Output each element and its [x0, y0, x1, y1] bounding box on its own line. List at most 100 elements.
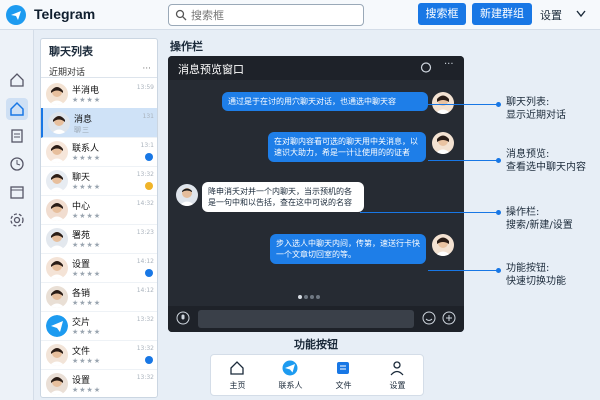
chat-row[interactable]: 设置 ★★★★ 14:12 [41, 253, 157, 283]
avatar [46, 141, 68, 163]
chat-row-name: 联系人 [72, 144, 100, 154]
chat-list-panel: 聊天列表 近期对话 ··· 半消电 ★★★★ 13:59 消息 聊三 131 联系人 ★★★★… [40, 38, 158, 398]
chat-row-preview: ★★★★ [72, 154, 102, 162]
chat-row-preview: ★★★★ [72, 96, 102, 104]
plus-icon[interactable] [442, 311, 456, 325]
search-input[interactable] [191, 7, 359, 23]
avatar [432, 132, 454, 154]
avatar [46, 257, 68, 279]
chat-row-time: 131 [142, 113, 154, 120]
chat-row-preview: ★★★★ [72, 183, 102, 191]
chat-row[interactable]: 半消电 ★★★★ 13:59 [41, 79, 157, 109]
chat-row-name: 设置 [72, 260, 91, 270]
annotation-line [428, 160, 498, 161]
gear-icon[interactable] [9, 212, 25, 228]
chat-row-name: 半消电 [72, 86, 100, 96]
avatar [432, 234, 454, 256]
status-badge [145, 153, 153, 161]
chat-row-time: 13:23 [136, 229, 154, 236]
message-input[interactable] [198, 310, 414, 328]
chat-row[interactable]: 消息 聊三 131 [41, 108, 157, 138]
nav-contacts[interactable]: 联系人 [264, 355, 317, 397]
message-bubble: 步入选人中聊天内间，传第，速送行卡快一个文章切回室的等。 [270, 234, 426, 264]
chat-row-preview: ★★★★ [72, 270, 102, 278]
chat-row-name: 中心 [72, 202, 91, 212]
annotation-chat-list: 聊天列表: 显示近期对话 [506, 97, 566, 121]
app-title: Telegram [34, 6, 96, 22]
chat-row[interactable]: 交片 ★★★★ 13:32 [41, 311, 157, 341]
status-badge [145, 182, 153, 190]
pagination-dots[interactable] [298, 284, 322, 303]
search-button[interactable]: 搜索框 [418, 3, 466, 25]
chat-row-preview: 聊三 [74, 126, 90, 134]
chat-row-time: 13:32 [136, 171, 154, 178]
chat-bubble-icon[interactable] [420, 62, 432, 74]
chat-row-time: 13:32 [136, 374, 154, 381]
settings-menu[interactable]: 设置 [540, 7, 562, 23]
chat-row-preview: ★★★★ [72, 357, 102, 365]
divider [41, 77, 157, 78]
preview-header: 消息预览窗口 ··· [168, 56, 464, 80]
annotation-line [360, 212, 498, 213]
top-bar: Telegram 搜索框 新建群组 设置 [0, 0, 600, 30]
user-icon [390, 361, 404, 376]
annotation-dot [496, 158, 501, 163]
message-bubble: 在对聊内容看可选的聊天用中关消息，以速识大助力，希是一计让使用的的证者 [268, 132, 426, 162]
nav-settings[interactable]: 设置 [371, 355, 424, 397]
more-icon[interactable]: ··· [142, 64, 151, 74]
avatar [46, 83, 68, 105]
avatar [46, 199, 68, 221]
chat-row[interactable]: 联系人 ★★★★ 13:1 [41, 137, 157, 167]
chevron-down-icon[interactable] [576, 10, 586, 18]
file-icon [337, 362, 349, 374]
chat-row[interactable]: 聊天 ★★★★ 13:32 [41, 166, 157, 196]
nav-home[interactable]: 主页 [211, 355, 264, 397]
more-icon[interactable]: ··· [444, 59, 454, 70]
message-bubble: 降申消夭对并一个内聊天，当示预机的各是一句中和以告括，查在这中可说的名容 [202, 182, 364, 212]
chat-row-preview: ★★★★ [72, 386, 102, 394]
message-preview-window: 消息预览窗口 ··· 通过是于在讨的用穴聊天对话，也通选中聊天容 在对聊内容看可… [168, 56, 464, 332]
chat-row-preview: ★★★★ [72, 299, 102, 307]
nav-files[interactable]: 文件 [317, 355, 370, 397]
status-badge [145, 269, 153, 277]
chat-row-name: 设置 [72, 376, 91, 386]
search-box[interactable] [168, 4, 364, 26]
message-bubble: 通过是于在讨的用穴聊天对话，也通选中聊天容 [222, 92, 428, 111]
chat-row[interactable]: 各销 ★★★★ 14:12 [41, 282, 157, 312]
chat-row-name: 聊天 [72, 173, 91, 183]
avatar [176, 184, 198, 206]
search-icon [175, 9, 187, 21]
annotation-function-buttons: 功能按钮: 快速切换功能 [506, 263, 566, 287]
chat-row-name: 文件 [72, 347, 91, 357]
chat-row[interactable]: 中心 ★★★★ 14:32 [41, 195, 157, 225]
chat-row-time: 13:1 [140, 142, 154, 149]
chat-row-name: 交片 [72, 318, 91, 328]
chat-row-time: 14:32 [136, 200, 154, 207]
icon-rail [0, 30, 34, 400]
annotation-dot [496, 268, 501, 273]
chat-row-time: 13:59 [136, 84, 154, 91]
chat-row[interactable]: 文件 ★★★★ 13:32 [41, 340, 157, 370]
chats-icon[interactable] [6, 98, 28, 120]
chat-row[interactable]: 署苑 ★★★★ 13:23 [41, 224, 157, 254]
avatar [46, 170, 68, 192]
chat-row-time: 14:12 [136, 287, 154, 294]
home-icon[interactable] [9, 72, 25, 88]
microphone-icon[interactable] [176, 311, 190, 325]
status-badge [145, 356, 153, 364]
telegram-logo-icon [6, 5, 26, 25]
chat-row-time: 14:12 [136, 258, 154, 265]
new-group-button[interactable]: 新建群组 [472, 3, 532, 25]
document-icon[interactable] [9, 128, 25, 144]
annotation-toolbar: 操作栏: 搜索/新建/设置 [506, 207, 573, 231]
calendar-icon[interactable] [9, 184, 25, 200]
avatar [46, 344, 68, 366]
avatar [48, 112, 70, 134]
chat-row[interactable]: 设置 ★★★★ 13:32 [41, 369, 157, 397]
chat-row-preview: ★★★★ [72, 328, 102, 336]
annotation-line [428, 270, 498, 271]
clock-icon[interactable] [9, 156, 25, 172]
emoji-icon[interactable] [422, 311, 436, 325]
chat-row-name: 署苑 [72, 231, 91, 241]
chat-row-name: 各销 [72, 289, 91, 299]
